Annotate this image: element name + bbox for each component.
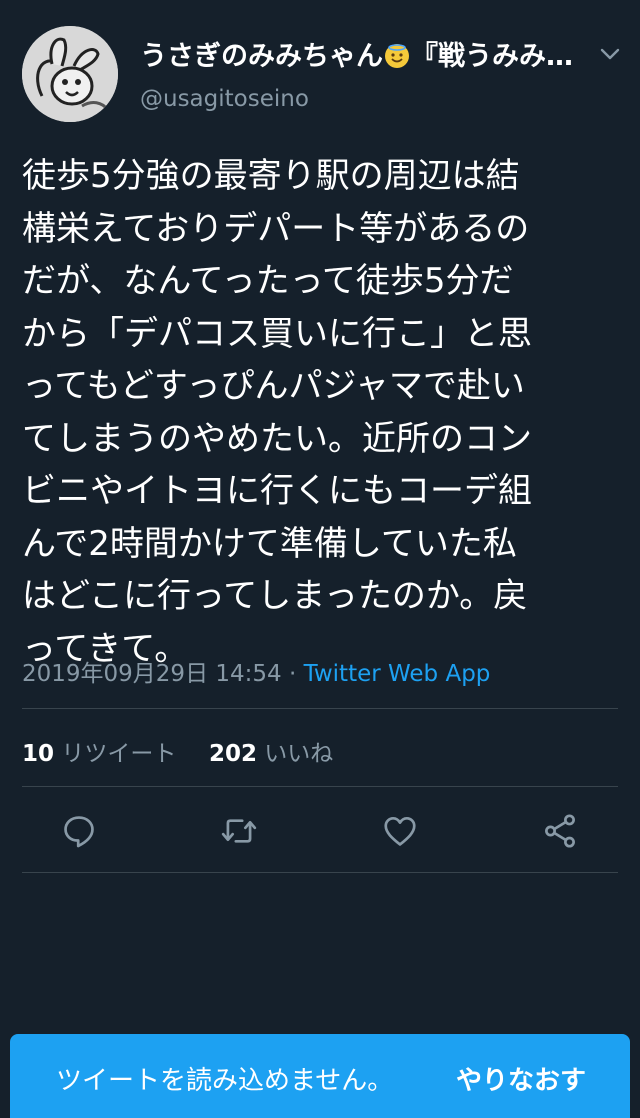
- display-name-suffix: 『戦うみみ…: [411, 41, 573, 72]
- avatar[interactable]: [22, 26, 118, 122]
- tweet-text: 徒歩5分強の最寄り駅の周辺は結 構栄えておりデパート等があるの だが、なんてった…: [22, 150, 622, 675]
- meta-separator: ·: [281, 661, 304, 687]
- divider: [22, 786, 618, 787]
- tweet-text-line: てしまうのやめたい。近所のコン: [22, 418, 532, 459]
- like-count: 202: [208, 741, 257, 767]
- display-name-text: うさぎのみみちゃん: [140, 41, 383, 72]
- error-message: ツイートを読み込めません。: [56, 1066, 394, 1096]
- tweet-text-line: んで2時間かけて準備していた私: [22, 523, 517, 564]
- tweet-meta: 2019年09月29日 14:54 · Twitter Web App: [22, 654, 490, 688]
- like-stat[interactable]: 202 いいね: [209, 741, 333, 767]
- retry-button[interactable]: やりなおす: [456, 1060, 586, 1097]
- share-nodes-icon[interactable]: [541, 812, 579, 850]
- divider: [22, 708, 618, 709]
- tweet-text-line: から「デパコス買いに行こ」と思: [22, 313, 532, 354]
- retweet-stat[interactable]: 10 リツイート: [22, 741, 176, 767]
- tweet-text-line: ってもどすっぴんパジャマで赴い: [22, 366, 525, 406]
- retweet-label: リツイート: [61, 741, 177, 767]
- heart-icon[interactable]: [381, 812, 419, 850]
- tweet-header: うさぎのみみちゃん 『戦うみみ… @usagitoseino: [0, 0, 640, 140]
- timestamp[interactable]: 2019年09月29日 14:54: [22, 661, 282, 687]
- like-label: いいね: [264, 741, 334, 767]
- tweet-text-line: ビニやイトヨに行くにもコーデ組: [22, 471, 532, 511]
- rabbit-drawing-icon: [22, 26, 118, 122]
- retweet-count: 10: [22, 741, 55, 767]
- display-name[interactable]: うさぎのみみちゃん 『戦うみみ…: [140, 34, 573, 73]
- tweet-text-line: はどこに行ってしまったのか。戻: [22, 576, 528, 616]
- tweet-text-line: 徒歩5分強の最寄り駅の周辺は結: [22, 156, 520, 196]
- tweet-stats: 10 リツイート 202 いいね: [22, 734, 333, 768]
- divider: [22, 872, 618, 873]
- source-app-link[interactable]: Twitter Web App: [304, 661, 491, 687]
- retweet-arrows-icon[interactable]: [220, 812, 258, 850]
- chevron-down-icon[interactable]: [598, 42, 622, 66]
- speech-bubble-icon[interactable]: [60, 812, 98, 850]
- smiling-face-with-halo-icon: [385, 44, 409, 68]
- tweet-text-line: 構栄えておりデパート等があるの: [22, 208, 530, 249]
- user-handle[interactable]: @usagitoseino: [140, 86, 309, 112]
- error-banner: ツイートを読み込めません。 やりなおす: [10, 1034, 630, 1118]
- tweet-text-line: だが、なんてったって徒歩5分だ: [22, 261, 514, 301]
